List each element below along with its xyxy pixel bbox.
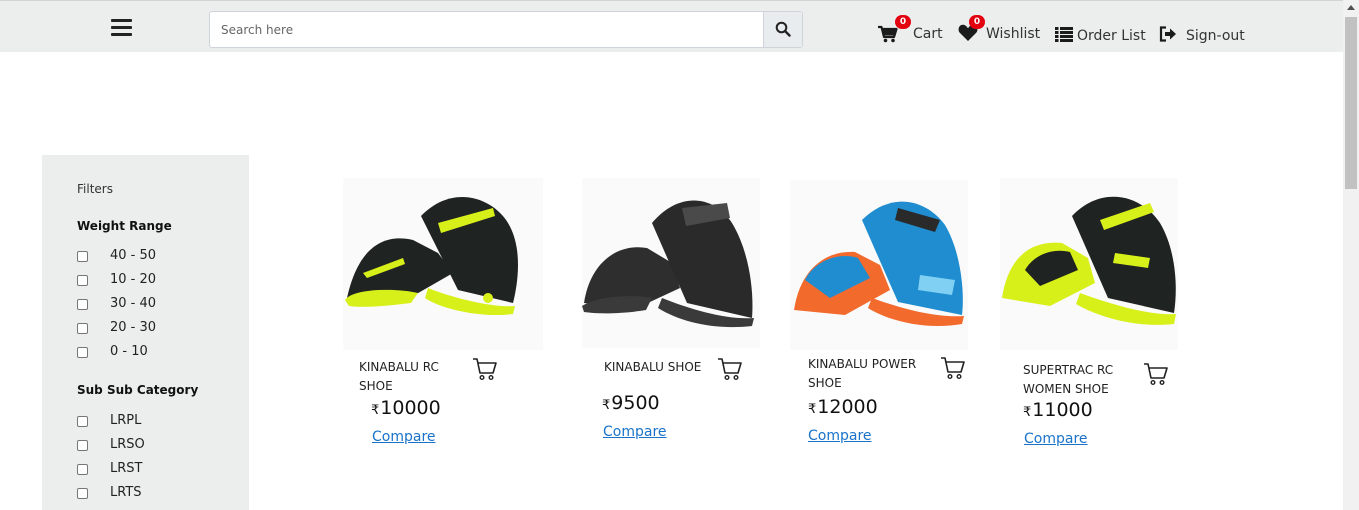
weight-checkbox[interactable] — [77, 346, 88, 358]
search-button[interactable] — [763, 12, 802, 47]
product-name[interactable]: SUPERTRAC RC WOMEN SHOE — [1023, 361, 1135, 399]
top-navbar: Cart 0 Wishlist 0 Order List Sign-out — [0, 0, 1343, 52]
scrollbar-thumb[interactable] — [1345, 17, 1357, 189]
currency-symbol: ₹ — [808, 402, 817, 417]
filters-sidebar: Filters Weight Range 40 - 50 10 - 20 30 … — [42, 155, 249, 510]
category-option[interactable]: LRST — [77, 461, 142, 477]
category-checkbox[interactable] — [77, 487, 88, 499]
menu-toggle-icon[interactable] — [111, 19, 132, 36]
price-value: 11000 — [1032, 399, 1093, 421]
product-price: ₹11000 — [1023, 399, 1093, 421]
weight-option[interactable]: 30 - 40 — [77, 296, 156, 312]
scroll-up-arrow-icon[interactable] — [1347, 5, 1355, 10]
product-name[interactable]: KINABALU RC SHOE — [359, 358, 471, 396]
weight-option-label: 30 - 40 — [110, 296, 157, 311]
list-icon — [1055, 27, 1073, 42]
category-option-label: LRPL — [110, 413, 142, 428]
product-name[interactable]: KINABALU SHOE — [604, 358, 714, 377]
cart-icon — [878, 25, 898, 43]
category-option[interactable]: LRSO — [77, 437, 145, 453]
category-option[interactable]: LRTS — [77, 485, 142, 501]
currency-symbol: ₹ — [602, 398, 611, 413]
search-input[interactable] — [210, 12, 763, 47]
wishlist-link[interactable]: Wishlist 0 — [958, 15, 1041, 45]
currency-symbol: ₹ — [371, 403, 380, 418]
add-to-cart-icon[interactable] — [940, 356, 966, 380]
weight-checkbox[interactable] — [77, 322, 88, 334]
product-name[interactable]: KINABALU POWER SHOE — [808, 355, 928, 393]
price-value: 10000 — [380, 397, 441, 419]
wishlist-count-badge: 0 — [969, 15, 985, 29]
search-icon — [775, 21, 791, 37]
weight-checkbox[interactable] — [77, 274, 88, 286]
filters-title: Filters — [77, 182, 113, 196]
price-value: 12000 — [817, 396, 878, 418]
page-scrollbar[interactable] — [1343, 0, 1359, 510]
product-image[interactable] — [343, 178, 543, 350]
add-to-cart-icon[interactable] — [1143, 362, 1169, 386]
order-list-link[interactable]: Order List — [1055, 25, 1146, 47]
sign-out-icon — [1159, 26, 1176, 42]
product-image[interactable] — [582, 178, 760, 348]
cart-label: Cart — [913, 26, 943, 42]
search-bar — [209, 11, 803, 48]
weight-checkbox[interactable] — [77, 250, 88, 262]
weight-option-label: 10 - 20 — [110, 272, 157, 287]
category-option[interactable]: LRPL — [77, 413, 141, 429]
product-price: ₹12000 — [808, 396, 878, 418]
category-checkbox[interactable] — [77, 463, 88, 475]
cart-link[interactable]: Cart 0 — [878, 15, 943, 45]
weight-option-label: 20 - 30 — [110, 320, 157, 335]
price-value: 9500 — [611, 392, 660, 414]
category-option-label: LRSO — [110, 437, 145, 452]
compare-link[interactable]: Compare — [603, 424, 667, 440]
sign-out-link[interactable]: Sign-out — [1159, 25, 1245, 47]
weight-option-label: 0 - 10 — [110, 344, 148, 359]
sign-out-label: Sign-out — [1186, 28, 1245, 44]
weight-range-title: Weight Range — [77, 219, 172, 233]
order-list-label: Order List — [1077, 28, 1146, 44]
weight-option-label: 40 - 50 — [110, 248, 157, 263]
wishlist-label: Wishlist — [986, 25, 1041, 42]
category-checkbox[interactable] — [77, 415, 88, 427]
category-option-label: LRTS — [110, 485, 142, 500]
product-image[interactable] — [1000, 178, 1178, 350]
currency-symbol: ₹ — [1023, 405, 1032, 420]
add-to-cart-icon[interactable] — [472, 357, 498, 381]
add-to-cart-icon[interactable] — [717, 357, 743, 381]
category-checkbox[interactable] — [77, 439, 88, 451]
weight-option[interactable]: 20 - 30 — [77, 320, 156, 336]
product-image[interactable] — [790, 180, 968, 350]
cart-count-badge: 0 — [895, 15, 911, 29]
weight-option[interactable]: 10 - 20 — [77, 272, 156, 288]
category-option-label: LRST — [110, 461, 143, 476]
compare-link[interactable]: Compare — [808, 428, 872, 444]
weight-option[interactable]: 40 - 50 — [77, 248, 156, 264]
product-price: ₹10000 — [371, 397, 441, 419]
weight-checkbox[interactable] — [77, 298, 88, 310]
compare-link[interactable]: Compare — [372, 429, 436, 445]
sub-sub-category-title: Sub Sub Category — [77, 383, 199, 397]
product-price: ₹9500 — [602, 392, 660, 414]
weight-option[interactable]: 0 - 10 — [77, 344, 148, 360]
compare-link[interactable]: Compare — [1024, 431, 1088, 447]
